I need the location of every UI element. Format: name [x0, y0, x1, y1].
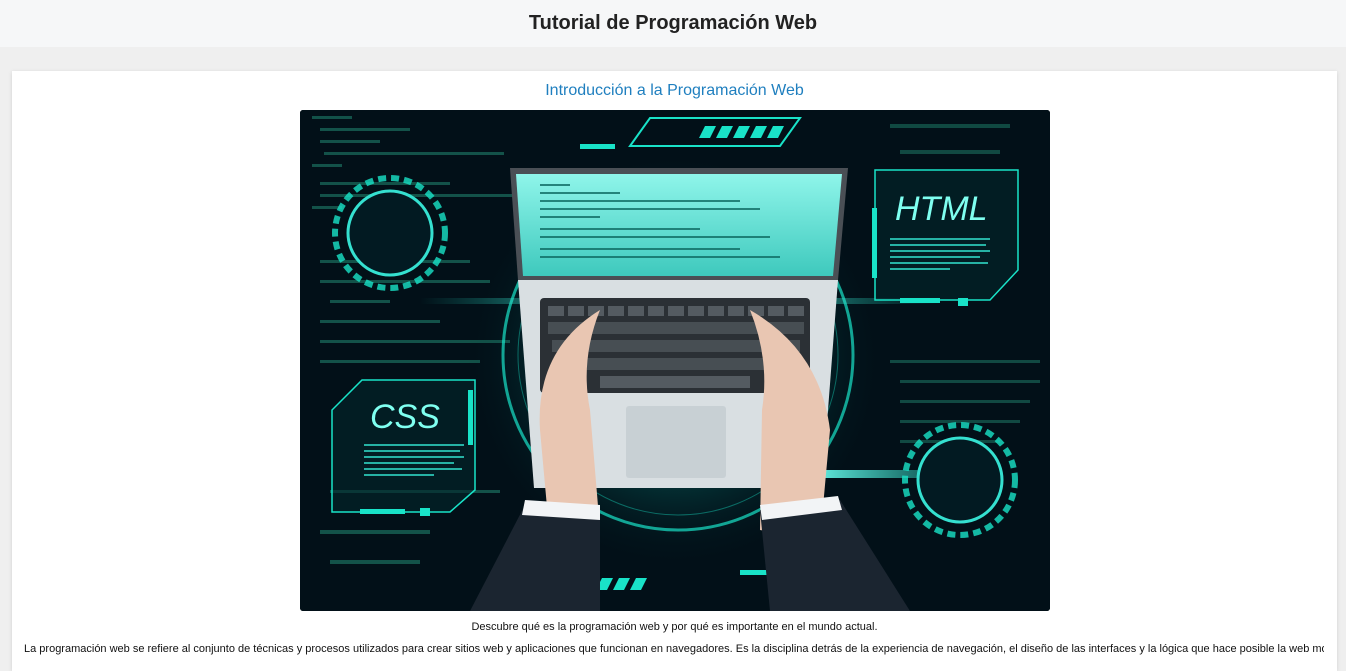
- header-bar: Tutorial de Programación Web: [0, 0, 1346, 47]
- hero-image: HTML CSS: [300, 110, 1050, 611]
- html-panel: HTML: [872, 169, 1019, 306]
- intro-paragraph: La programación web se refiere al conjun…: [24, 643, 1324, 655]
- hero-illustration: HTML CSS: [300, 110, 1050, 611]
- section-title: Introducción a la Programación Web: [545, 82, 804, 99]
- article-card: Introducción a la Programación Web HTML …: [12, 71, 1337, 671]
- image-caption: Descubre qué es la programación web y po…: [471, 621, 878, 633]
- css-panel: CSS: [331, 379, 476, 516]
- css-label: CSS: [370, 398, 440, 436]
- page-title: Tutorial de Programación Web: [528, 11, 818, 34]
- html-label: HTML: [895, 190, 988, 228]
